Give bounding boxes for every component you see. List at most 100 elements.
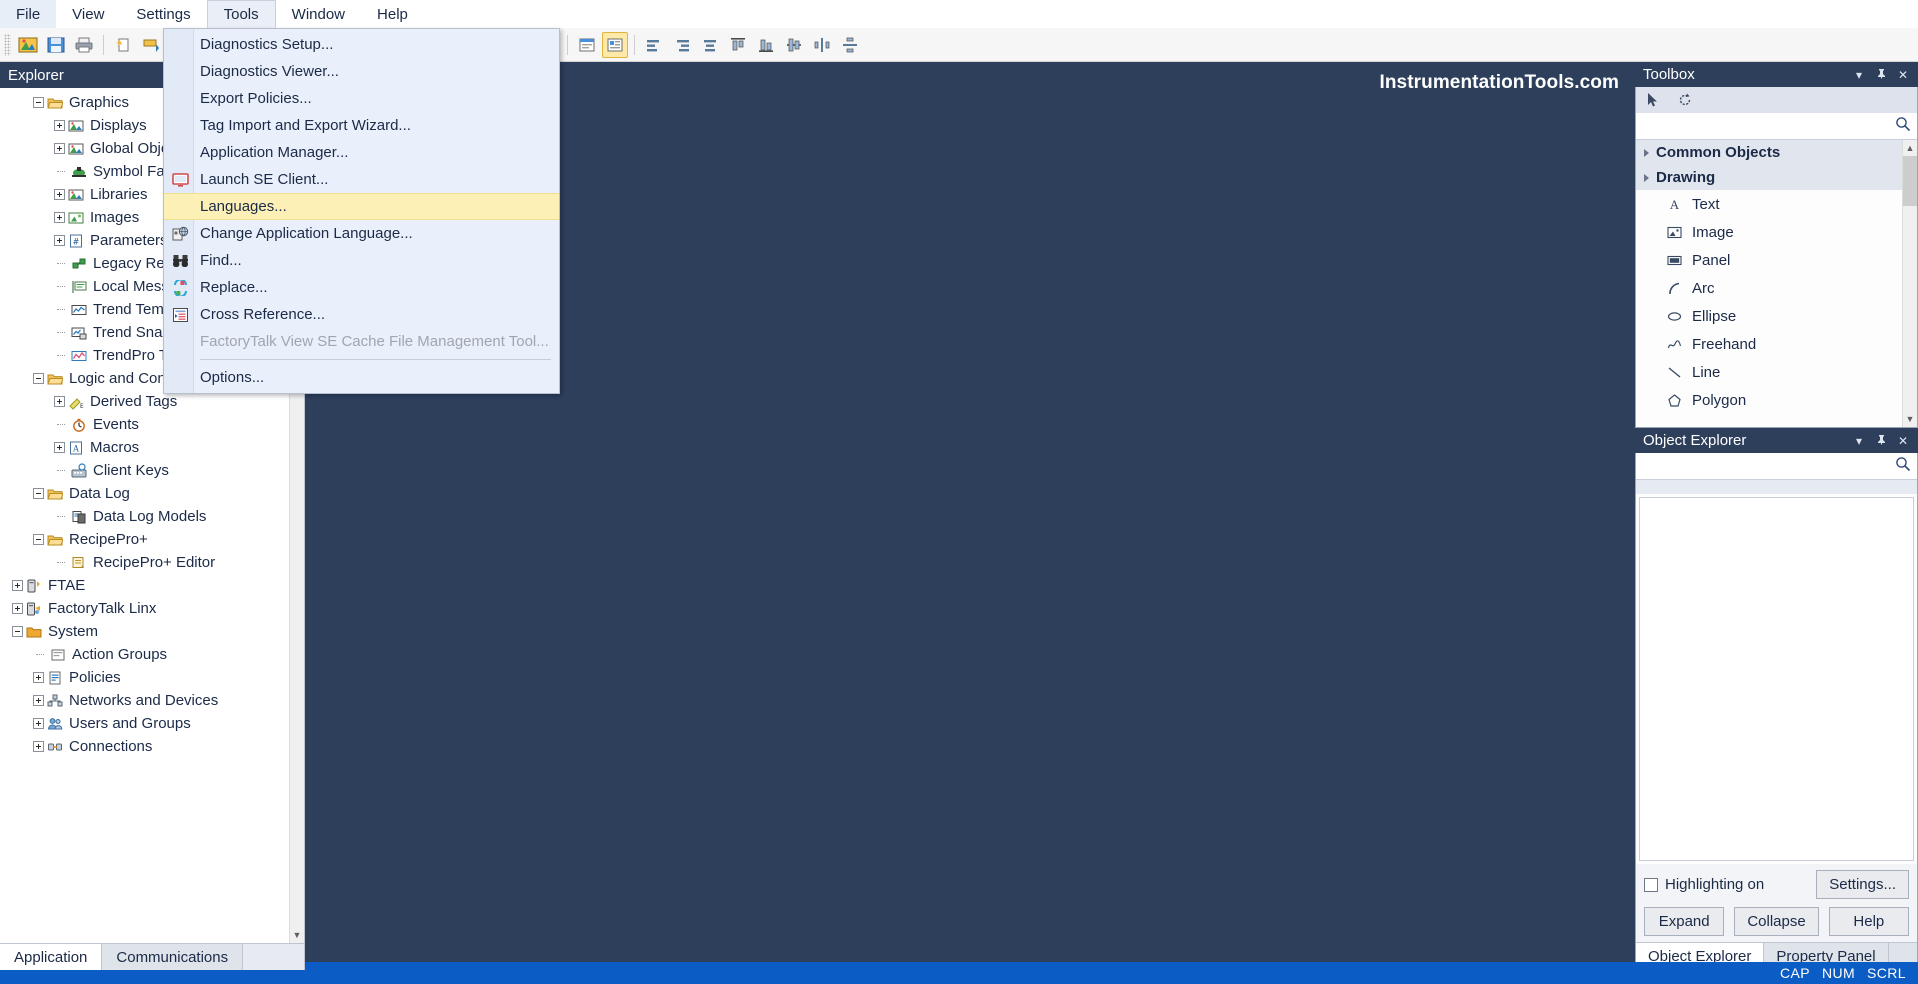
object-explorer-search-row[interactable] (1636, 453, 1917, 480)
highlighting-checkbox[interactable]: Highlighting on (1644, 876, 1764, 893)
tree-item-data-log-models[interactable]: Data Log Models (0, 505, 304, 528)
toolbox-item-polygon[interactable]: Polygon (1636, 386, 1902, 414)
menu-item-export-policies[interactable]: Export Policies... (164, 85, 559, 112)
collapse-toggle-icon[interactable] (33, 534, 44, 545)
menu-tools[interactable]: Tools (206, 0, 276, 28)
tab-application[interactable]: Application (0, 944, 103, 970)
menu-item-change-application-language[interactable]: Change Application Language... (164, 220, 559, 247)
tree-item-users-and-groups[interactable]: Users and Groups (0, 712, 304, 735)
menu-view[interactable]: View (56, 0, 120, 28)
toolbox-list[interactable]: Common Objects Drawing A Text Image Panel Arc E… (1636, 140, 1902, 427)
object-explorer-icon[interactable] (602, 31, 628, 58)
tree-item-ftae[interactable]: FTAE (0, 574, 304, 597)
pin-icon[interactable] (1872, 434, 1890, 448)
expand-toggle-icon[interactable] (33, 695, 44, 706)
expand-toggle-icon[interactable] (12, 580, 23, 591)
align-top-icon[interactable] (725, 32, 751, 58)
toolbox-item-ellipse[interactable]: Ellipse (1636, 302, 1902, 330)
expand-toggle-icon[interactable] (33, 741, 44, 752)
tools-dropdown-menu[interactable]: Diagnostics Setup... Diagnostics Viewer..… (163, 28, 560, 394)
distribute-v-icon[interactable] (837, 32, 863, 58)
chevron-down-icon[interactable]: ▾ (1850, 68, 1868, 82)
menu-item-application-manager[interactable]: Application Manager... (164, 139, 559, 166)
expand-button[interactable]: Expand (1644, 907, 1725, 936)
import-icon[interactable] (138, 32, 164, 58)
collapse-toggle-icon[interactable] (33, 373, 44, 384)
distribute-h-icon[interactable] (809, 32, 835, 58)
menu-item-launch-se-client[interactable]: Launch SE Client... (164, 166, 559, 193)
menu-settings[interactable]: Settings (120, 0, 206, 28)
collapse-button[interactable]: Collapse (1734, 907, 1819, 936)
menu-item-cross-reference[interactable]: Cross Reference... (164, 301, 559, 328)
menu-item-options[interactable]: Options... (164, 364, 559, 391)
settings-button[interactable]: Settings... (1816, 870, 1909, 899)
align-middle-icon[interactable] (781, 32, 807, 58)
menu-file[interactable]: File (0, 0, 57, 28)
collapse-toggle-icon[interactable] (12, 626, 23, 637)
help-button[interactable]: Help (1828, 907, 1909, 936)
expand-toggle-icon[interactable] (33, 672, 44, 683)
menu-item-find[interactable]: Find... (164, 247, 559, 274)
toolbox-item-line[interactable]: Line (1636, 358, 1902, 386)
toolbox-search-input[interactable] (1642, 118, 1895, 134)
tree-item-recipepro[interactable]: RecipePro+ (0, 528, 304, 551)
expand-toggle-icon[interactable] (54, 120, 65, 131)
expand-toggle-icon[interactable] (33, 718, 44, 729)
toolbox-item-text[interactable]: A Text (1636, 190, 1902, 218)
menu-item-replace[interactable]: Replace... (164, 274, 559, 301)
close-icon[interactable]: ✕ (1894, 68, 1912, 82)
object-explorer-search-input[interactable] (1642, 458, 1895, 474)
expand-toggle-icon[interactable] (54, 189, 65, 200)
collapse-toggle-icon[interactable] (33, 97, 44, 108)
tree-item-macros[interactable]: A Macros (0, 436, 304, 459)
close-icon[interactable]: ✕ (1894, 434, 1912, 448)
tree-item-system[interactable]: System (0, 620, 304, 643)
menu-item-diagnostics-setup[interactable]: Diagnostics Setup... (164, 31, 559, 58)
new-display-icon[interactable] (15, 32, 41, 58)
search-icon[interactable] (1895, 456, 1911, 476)
expand-toggle-icon[interactable] (54, 442, 65, 453)
align-h-left-icon[interactable] (641, 32, 667, 58)
toolbox-item-freehand[interactable]: Freehand (1636, 330, 1902, 358)
print-icon[interactable] (71, 32, 97, 58)
expand-toggle-icon[interactable] (54, 235, 65, 246)
expand-toggle-icon[interactable] (54, 396, 65, 407)
tree-item-policies[interactable]: Policies (0, 666, 304, 689)
chevron-down-icon[interactable]: ▾ (1850, 434, 1868, 448)
tree-item-recipepro-editor[interactable]: RecipePro+ Editor (0, 551, 304, 574)
toolbox-scroll-up-arrow[interactable]: ▲ (1903, 140, 1917, 156)
tree-item-networks-and-devices[interactable]: Networks and Devices (0, 689, 304, 712)
tab-communications[interactable]: Communications (102, 944, 244, 970)
search-icon[interactable] (1895, 116, 1911, 136)
new-item-icon[interactable] (110, 32, 136, 58)
expand-toggle-icon[interactable] (12, 603, 23, 614)
toolbox-item-arc[interactable]: Arc (1636, 274, 1902, 302)
toolbox-search-row[interactable] (1636, 113, 1917, 140)
toolbox-item-image[interactable]: Image (1636, 218, 1902, 246)
toolbox-scroll-thumb[interactable] (1903, 156, 1917, 206)
rotate-icon[interactable] (1676, 91, 1694, 109)
menu-item-languages[interactable]: Languages... (164, 193, 559, 220)
pin-icon[interactable] (1872, 68, 1890, 82)
expand-toggle-icon[interactable] (54, 143, 65, 154)
explorer-scroll-down-arrow[interactable]: ▼ (290, 927, 304, 943)
tree-item-action-groups[interactable]: Action Groups (0, 643, 304, 666)
toolbar-grip[interactable] (4, 33, 11, 56)
tree-item-factorytalk-linx[interactable]: FactoryTalk Linx (0, 597, 304, 620)
menu-item-diagnostics-viewer[interactable]: Diagnostics Viewer... (164, 58, 559, 85)
tree-item-client-keys[interactable]: Client Keys (0, 459, 304, 482)
object-explorer-tree[interactable] (1639, 497, 1914, 861)
expand-toggle-icon[interactable] (54, 212, 65, 223)
toolbox-group-drawing[interactable]: Drawing (1636, 165, 1902, 190)
toolbox-group-common-objects[interactable]: Common Objects (1636, 140, 1902, 165)
tag-browser-icon[interactable] (574, 32, 600, 58)
toolbox-scrollbar[interactable]: ▲ ▼ (1902, 140, 1917, 427)
tree-item-events[interactable]: Events (0, 413, 304, 436)
toolbox-item-panel[interactable]: Panel (1636, 246, 1902, 274)
select-arrow-icon[interactable] (1644, 91, 1662, 109)
save-icon[interactable] (43, 32, 69, 58)
align-h-center-icon[interactable] (697, 32, 723, 58)
checkbox-box[interactable] (1644, 877, 1658, 892)
align-bottom-icon[interactable] (753, 32, 779, 58)
menu-help[interactable]: Help (361, 0, 424, 28)
